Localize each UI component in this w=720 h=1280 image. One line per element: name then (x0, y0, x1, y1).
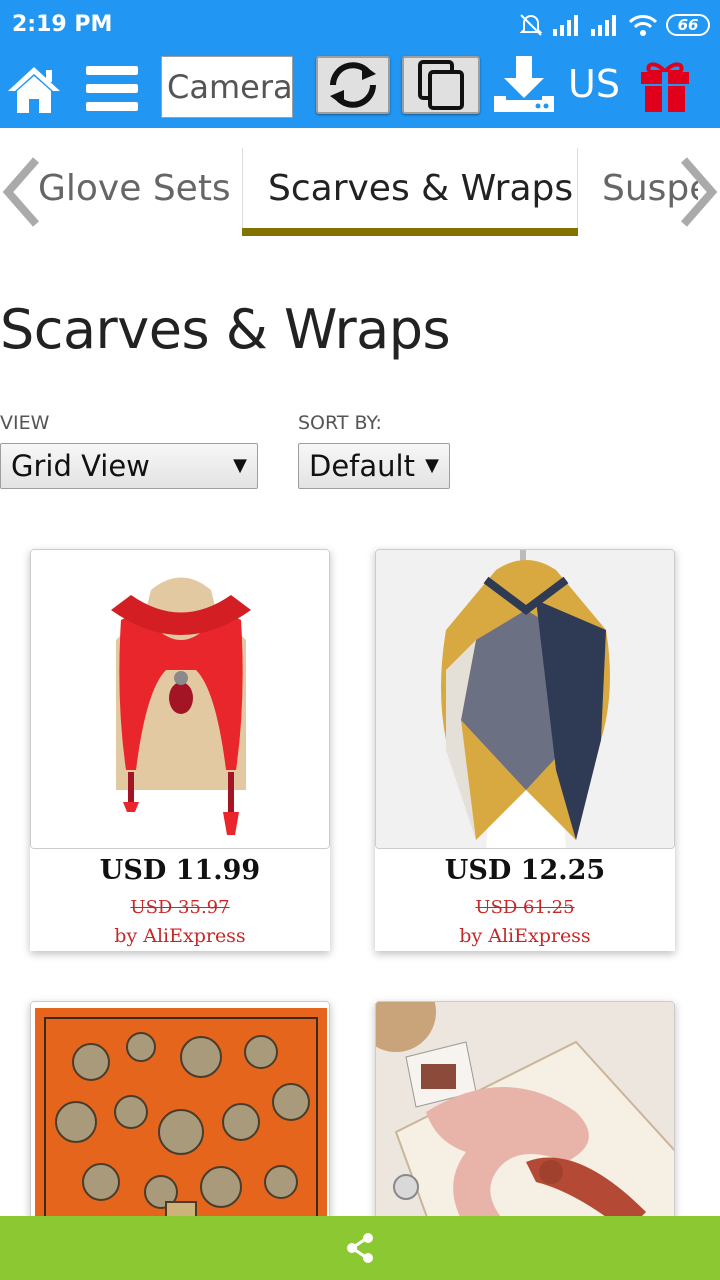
status-icons: 66 (518, 10, 710, 40)
copy-icon (418, 60, 464, 110)
orange-silk-scarf-image (31, 1002, 329, 1240)
signal-icon (553, 15, 578, 36)
product-price: USD 12.25 (444, 855, 606, 886)
chevron-left-icon[interactable] (0, 154, 42, 230)
product-card[interactable]: USD 12.25 USD 61.25 by AliExpress (375, 549, 675, 951)
sort-select[interactable]: Default ▼ (298, 443, 450, 489)
product-price: USD 11.99 (99, 855, 261, 886)
product-image[interactable] (375, 1001, 675, 1241)
chevron-right-icon[interactable] (678, 154, 720, 230)
camera-field[interactable]: Camera (161, 56, 293, 118)
share-bar[interactable] (0, 1216, 720, 1280)
refresh-icon (330, 62, 376, 108)
product-seller[interactable]: by AliExpress (30, 925, 330, 947)
product-card[interactable] (30, 1001, 330, 1241)
pink-ribbon-scarf-image (376, 1002, 674, 1240)
menu-button[interactable] (84, 64, 140, 114)
product-image[interactable] (375, 549, 675, 849)
signal-icon (591, 15, 616, 36)
alarm-off-icon (519, 14, 543, 36)
toolbar: Camera US (0, 50, 720, 128)
product-card[interactable]: USD 11.99 USD 35.97 by AliExpress (30, 549, 330, 951)
currency-label[interactable]: US (568, 62, 620, 106)
caret-down-icon: ▼ (233, 455, 247, 476)
product-card[interactable] (375, 1001, 675, 1241)
tab-active-underline (242, 228, 578, 236)
home-button[interactable] (6, 61, 62, 117)
battery-icon: 66 (666, 14, 710, 36)
tab-glove-sets[interactable]: Glove Sets (38, 168, 231, 209)
caret-down-icon: ▼ (425, 455, 439, 476)
menu-icon (86, 66, 138, 111)
tab-scarves-wraps[interactable]: Scarves & Wraps (268, 168, 573, 209)
refresh-button[interactable] (316, 56, 390, 114)
product-old-price: USD 61.25 (475, 897, 575, 918)
sort-select-value: Default (309, 449, 415, 483)
product-image[interactable] (30, 549, 330, 849)
product-seller[interactable]: by AliExpress (375, 925, 675, 947)
page-title: Scarves & Wraps (0, 298, 451, 361)
red-scarf-necklace-image (31, 550, 329, 848)
view-select-value: Grid View (11, 449, 150, 483)
view-label: VIEW (0, 412, 50, 434)
download-button[interactable] (492, 54, 558, 116)
wifi-icon (628, 15, 658, 36)
home-icon (8, 67, 60, 113)
product-image[interactable] (30, 1001, 330, 1241)
category-tabs: Glove Sets Scarves & Wraps Suspe (0, 128, 720, 238)
view-select[interactable]: Grid View ▼ (0, 443, 258, 489)
download-icon (494, 56, 554, 112)
status-bar: 2:19 PM 66 (0, 0, 720, 50)
status-time: 2:19 PM (12, 12, 113, 37)
share-icon[interactable] (345, 1232, 375, 1264)
copy-button[interactable] (402, 56, 480, 114)
plaid-blanket-scarf-image (376, 550, 674, 848)
gift-button[interactable] (638, 58, 692, 114)
gift-icon (641, 62, 689, 112)
product-old-price: USD 35.97 (130, 897, 230, 918)
sort-label: SORT BY: (298, 412, 382, 434)
